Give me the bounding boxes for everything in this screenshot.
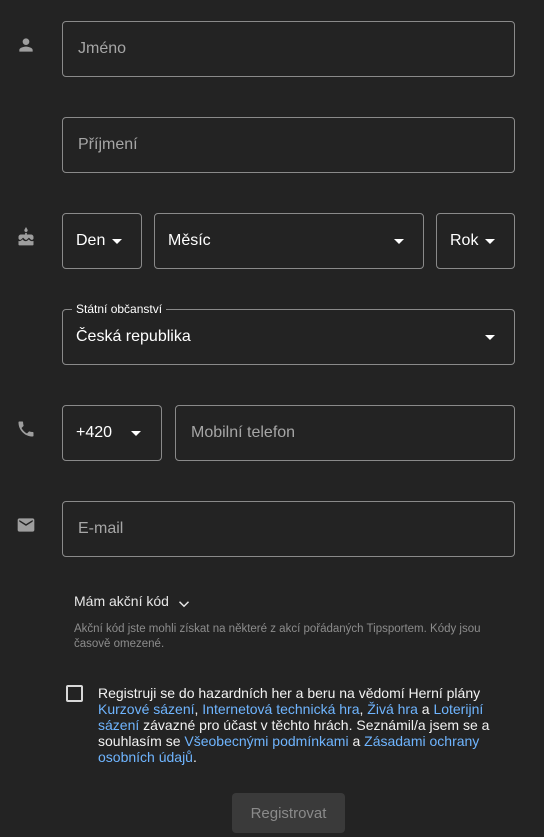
citizenship-select[interactable]: Státní občanství Česká republika — [62, 302, 515, 365]
mobile-phone-placeholder: Mobilní telefon — [191, 424, 296, 441]
first-name-field[interactable]: Jméno — [62, 21, 515, 77]
consent-checkbox[interactable] — [66, 685, 83, 702]
chevron-down-icon — [485, 335, 495, 340]
phone-prefix-value: +420 — [76, 424, 113, 441]
citizenship-legend: Státní občanství — [72, 302, 167, 316]
promo-code-note: Akční kód jste mohli získat na některé z… — [74, 623, 481, 650]
mobile-phone-field[interactable]: Mobilní telefon — [175, 405, 515, 461]
promo-code-label: Mám akční kód — [74, 593, 169, 609]
chevron-down-icon — [112, 239, 122, 244]
chevron-down-icon — [394, 239, 404, 244]
consent-separator: a — [417, 701, 434, 717]
register-button[interactable]: Registrovat — [232, 793, 345, 833]
month-label: Měsíc — [168, 232, 211, 249]
last-name-field[interactable]: Příjmení — [62, 117, 515, 173]
citizenship-value: Česká republika — [76, 328, 191, 345]
link-vseobecne-podminky[interactable]: Všeobecnými podmínkami — [184, 733, 348, 749]
month-select[interactable]: Měsíc — [154, 213, 424, 269]
day-label: Den — [76, 232, 106, 249]
year-select[interactable]: Rok — [436, 213, 515, 269]
consent-text-part: Registruji se do hazardních her a beru n… — [98, 685, 481, 701]
phone-icon — [16, 419, 36, 439]
first-name-placeholder: Jméno — [78, 40, 127, 57]
email-field[interactable]: E-mail — [62, 501, 515, 557]
promo-code-toggle[interactable]: Mám akční kód — [74, 589, 193, 613]
chevron-down-icon — [485, 239, 495, 244]
consent-separator: a — [348, 733, 365, 749]
link-kurzove-sazeni[interactable]: Kurzové sázení — [98, 701, 195, 717]
link-ziva-hra[interactable]: Živá hra — [367, 701, 418, 717]
chevron-down-icon — [131, 431, 141, 436]
consent-text: Registruji se do hazardních her a beru n… — [98, 685, 508, 765]
year-label: Rok — [450, 232, 479, 249]
cake-icon — [16, 227, 36, 247]
link-internetova-technicka-hra[interactable]: Internetová technická hra — [202, 701, 359, 717]
chevron-down-icon — [178, 601, 189, 608]
mail-icon — [16, 515, 36, 535]
email-placeholder: E-mail — [78, 520, 124, 537]
last-name-placeholder: Příjmení — [78, 136, 138, 153]
person-icon — [16, 35, 36, 55]
phone-prefix-select[interactable]: +420 — [62, 405, 162, 461]
day-select[interactable]: Den — [62, 213, 142, 269]
consent-end: . — [192, 749, 197, 765]
